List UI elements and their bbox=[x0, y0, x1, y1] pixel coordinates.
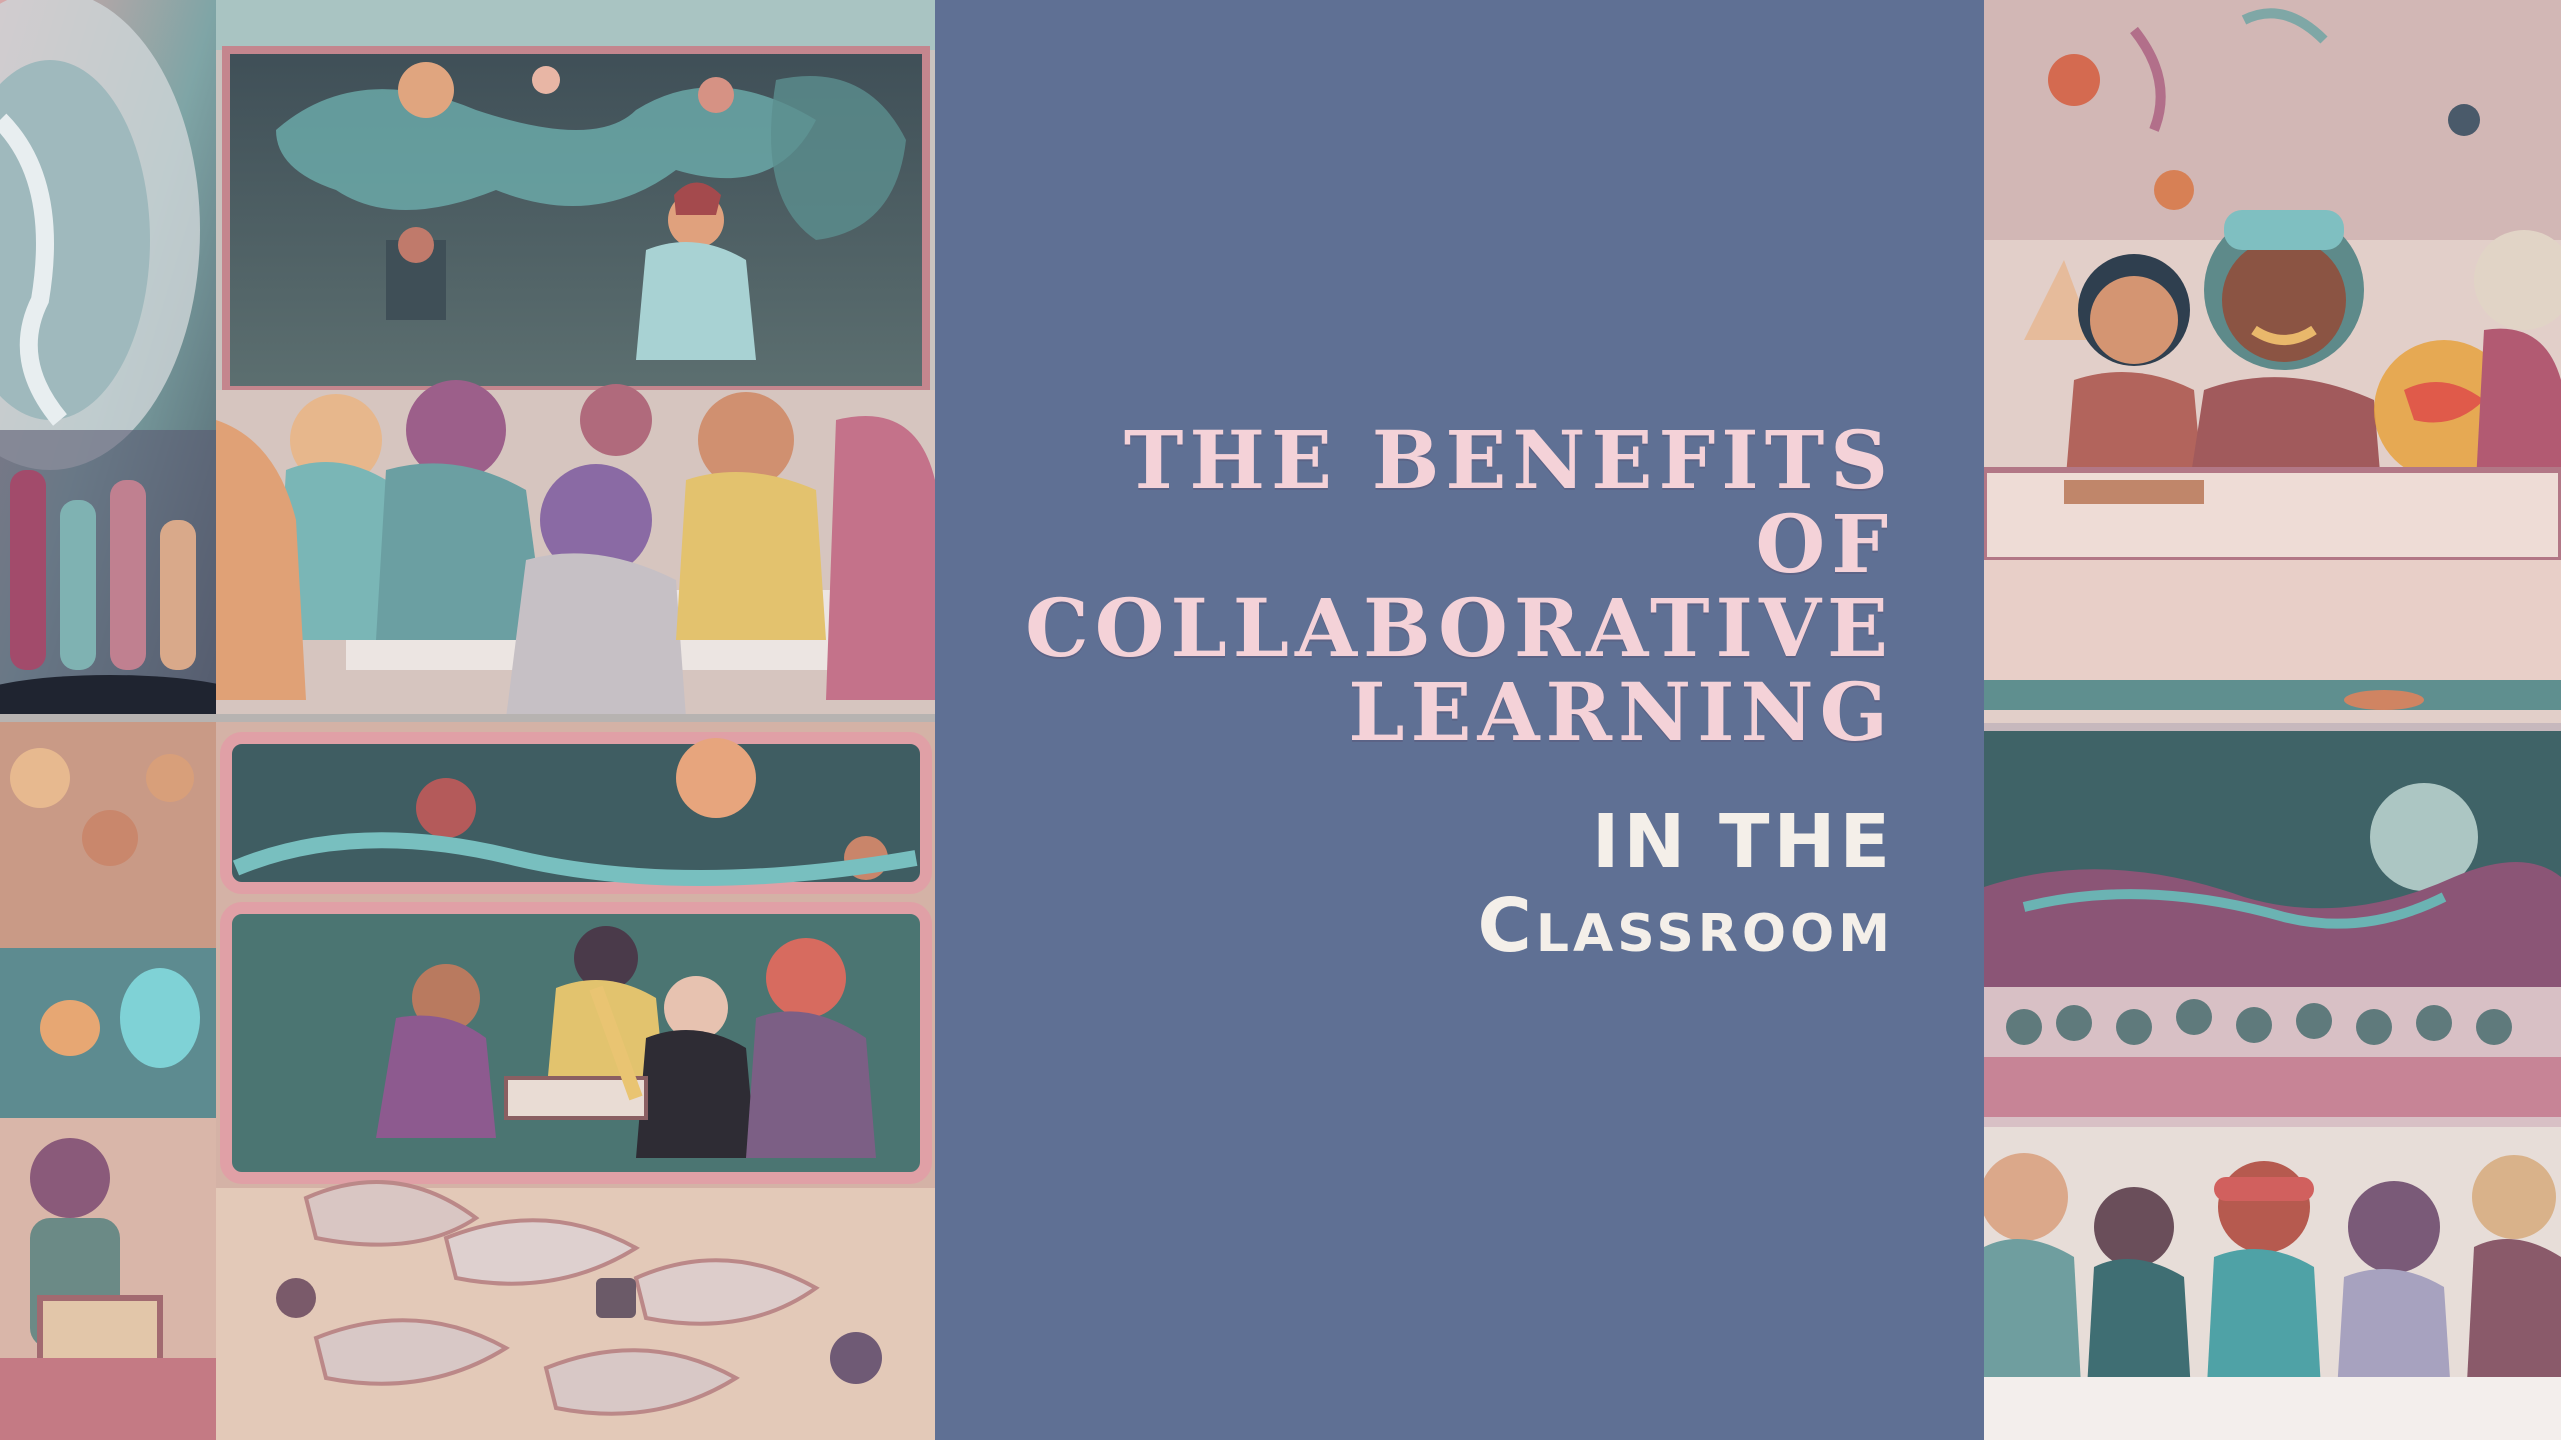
subtitle-line: in the bbox=[1591, 799, 1894, 885]
title-line: The Benefits bbox=[1123, 413, 1894, 507]
slide-title: The Benefits of Collaborative Learning bbox=[994, 418, 1894, 754]
title-line: Learning bbox=[1348, 665, 1894, 759]
divider-right bbox=[1984, 723, 2561, 731]
illustration-students-at-desk bbox=[1984, 0, 2561, 727]
title-line: Collaborative bbox=[1025, 581, 1894, 675]
title-column: The Benefits of Collaborative Learning i… bbox=[935, 0, 1984, 1440]
divider-left bbox=[0, 714, 935, 722]
illustration-students-headphones bbox=[1984, 727, 2561, 1440]
illustration-left-strip-top bbox=[0, 0, 216, 718]
slide-subtitle: in the Classroom bbox=[994, 800, 1894, 968]
slide: The Benefits of Collaborative Learning i… bbox=[0, 0, 2561, 1440]
illustration-teacher-lecture bbox=[216, 0, 935, 718]
title-line: of bbox=[1755, 497, 1894, 591]
illustration-left-strip-bottom bbox=[0, 718, 216, 1440]
illustration-group-reading bbox=[216, 718, 935, 1440]
subtitle-line: Classroom bbox=[1477, 883, 1894, 969]
